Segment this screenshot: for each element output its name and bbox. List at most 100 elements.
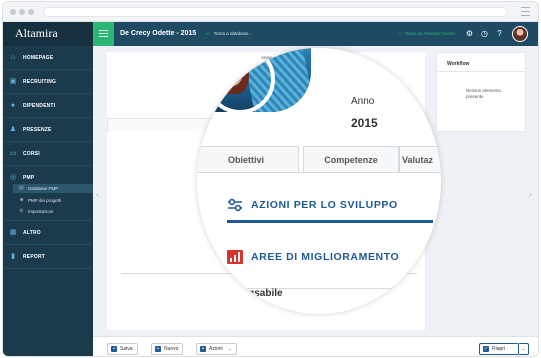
magnifier-lens: Anno 2015 Obiettivi Competenze Valutaz A… xyxy=(197,48,441,314)
chart-icon: ▮ xyxy=(11,253,15,260)
chevron-down-icon: ⌄ xyxy=(521,346,526,352)
sidebar-item-label: CORSI xyxy=(23,151,40,157)
window-dot-icon xyxy=(10,9,16,15)
improvement-title: AREE DI MIGLIORAMENTO xyxy=(251,251,400,263)
save-button[interactable]: ▪ Salva xyxy=(107,343,138,355)
new-label: Nuovo xyxy=(164,346,179,352)
sidebar-item-label: RECRUITING xyxy=(23,79,57,85)
logo[interactable]: Altamira xyxy=(3,22,93,46)
database-icon: ▤ xyxy=(19,185,24,191)
sidebar-subitem-label: PMP dei progetti xyxy=(28,198,62,203)
home-icon: ⌂ xyxy=(10,54,16,61)
tab-label: Obiettivi xyxy=(227,155,264,165)
active-section-indicator xyxy=(227,220,433,223)
sidebar-item-label: DIPENDENTI xyxy=(23,103,56,109)
new-button[interactable]: + Nuovo xyxy=(151,343,184,355)
tab-label: Competenze xyxy=(324,155,378,165)
back-classic-label: Torna ad Altamira Classic xyxy=(404,31,456,36)
workflow-empty-message: Nessun elemento presente xyxy=(466,88,502,99)
next-arrow-icon[interactable]: › xyxy=(529,189,532,199)
year-value: 2015 xyxy=(351,116,378,130)
badge-icon: ♟ xyxy=(9,126,17,133)
actions-label: Azioni xyxy=(209,346,223,352)
tab-bar: Obiettivi Competenze Valutaz xyxy=(197,146,441,172)
tabs-strip-background xyxy=(107,118,215,132)
sidebar-item-homepage[interactable]: ⌂ HOMEPAGE xyxy=(3,46,93,70)
section-development[interactable]: AZIONI PER LO SVILUPPO xyxy=(227,194,437,218)
address-bar[interactable] xyxy=(43,7,508,17)
sidebar-nav: ⌂ HOMEPAGE ▣ RECRUITING ● DIPENDENTI ♟ P… xyxy=(3,46,93,269)
laptop-icon: ▭ xyxy=(9,150,17,157)
thumbs-up-icon: ✓ xyxy=(483,346,489,352)
sidebar-item-label: ALTRO xyxy=(23,230,41,236)
page-title: De Crecy Odette - 2015 xyxy=(120,30,197,37)
reopen-dropdown-button[interactable]: ⌄ xyxy=(519,343,529,355)
users-icon: ● xyxy=(10,102,16,109)
reopen-label: Riapri xyxy=(492,346,506,352)
sidebar-item-report[interactable]: ▮ REPORT xyxy=(3,245,93,269)
plus-icon: + xyxy=(200,346,206,352)
target-icon: ◎ xyxy=(9,174,17,181)
divider xyxy=(437,71,527,72)
anno-label: Anno xyxy=(351,96,375,107)
responsible-label: onsabile xyxy=(242,288,283,299)
sidebar-item-label: PMP xyxy=(23,175,35,181)
sidebar-item-label: REPORT xyxy=(23,254,46,260)
sidebar-item-altro[interactable]: ▦ ALTRO xyxy=(3,221,93,245)
sidebar-item-pmp[interactable]: ◎ PMP ▤ Database PMP ☻ PMP dei progetti … xyxy=(3,166,93,221)
sidebar-item-label: PRESENZE xyxy=(23,127,52,133)
sidebar-subitem-label: Database PMP xyxy=(28,186,59,191)
people-icon: ☻ xyxy=(19,197,25,203)
top-bar: De Crecy Odette - 2015 ↩ Torna a database… xyxy=(93,22,538,46)
gear-icon[interactable]: ⚙ xyxy=(465,29,474,38)
exit-icon: ⇦ xyxy=(398,31,402,36)
settings-icon: ⚙ xyxy=(19,208,24,214)
tab-valutazione[interactable]: Valutaz xyxy=(399,146,441,172)
sidebar-item-corsi[interactable]: ▭ CORSI xyxy=(3,142,93,166)
divider xyxy=(197,172,441,173)
sidebar-item-label: HOMEPAGE xyxy=(23,55,54,61)
window-dot-icon xyxy=(19,9,25,15)
sidebar-subitem-pmp-progetti[interactable]: ☻ PMP dei progetti xyxy=(19,196,93,205)
tab-label: Valutaz xyxy=(402,155,434,165)
clock-icon[interactable]: ◷ xyxy=(480,29,489,38)
bar-chart-icon xyxy=(227,250,243,264)
grid-icon: ▦ xyxy=(9,229,17,236)
main-content: Anno e nome ⚙ Vorrei imparare a utilizza… xyxy=(93,46,538,336)
workflow-title: Workflow xyxy=(447,61,470,67)
logo-text: Altamira xyxy=(15,26,58,40)
browser-window: Altamira ⌂ HOMEPAGE ▣ RECRUITING ● DIPEN… xyxy=(2,1,539,357)
section-improvement[interactable]: AREE DI MIGLIORAMENTO xyxy=(227,246,437,270)
prev-arrow-icon[interactable]: ‹ xyxy=(96,189,99,199)
reopen-button[interactable]: ✓ Riapri xyxy=(479,343,519,355)
chevron-down-icon: ⌄ xyxy=(227,346,232,352)
development-title: AZIONI PER LO SVILUPPO xyxy=(251,199,398,211)
avatar[interactable] xyxy=(512,26,528,42)
tab-obiettivi[interactable]: Obiettivi xyxy=(197,146,299,172)
sidebar-subitem-database-pmp[interactable]: ▤ Database PMP xyxy=(13,184,93,193)
back-link-label: Torna a database... xyxy=(213,31,253,36)
sidebar-item-dipendenti[interactable]: ● DIPENDENTI xyxy=(3,94,93,118)
arrow-left-icon: ↩ xyxy=(206,31,210,36)
sidebar-item-recruiting[interactable]: ▣ RECRUITING xyxy=(3,70,93,94)
sidebar-item-presenze[interactable]: ♟ PRESENZE xyxy=(3,118,93,142)
profile-photo xyxy=(197,48,311,112)
browser-menu-icon[interactable] xyxy=(521,7,530,16)
save-icon: ▪ xyxy=(111,346,117,352)
action-footer: ▪ Salva + Nuovo + Azioni ⌄ ✓ Riapri ⌄ xyxy=(93,336,538,356)
browser-chrome xyxy=(3,2,538,22)
back-to-database-link[interactable]: ↩ Torna a database... xyxy=(206,31,252,37)
back-to-classic-link[interactable]: ⇦ Torna ad Altamira Classic xyxy=(398,31,456,37)
actions-button[interactable]: + Azioni ⌄ xyxy=(196,343,237,355)
help-icon[interactable]: ? xyxy=(495,29,504,38)
plus-icon: + xyxy=(155,346,161,352)
briefcase-icon: ▣ xyxy=(9,78,17,85)
workflow-panel: Workflow Nessun elemento presente xyxy=(436,52,527,132)
tab-competenze[interactable]: Competenze xyxy=(303,146,399,172)
sidebar-subitem-impostazioni[interactable]: ⚙ Impostazioni xyxy=(19,207,93,216)
sidebar-subitem-label: Impostazioni xyxy=(28,209,54,214)
save-label: Salva xyxy=(120,346,133,352)
sidebar: Altamira ⌂ HOMEPAGE ▣ RECRUITING ● DIPEN… xyxy=(3,22,93,356)
development-icon xyxy=(228,198,242,212)
menu-toggle-button[interactable] xyxy=(93,22,114,46)
